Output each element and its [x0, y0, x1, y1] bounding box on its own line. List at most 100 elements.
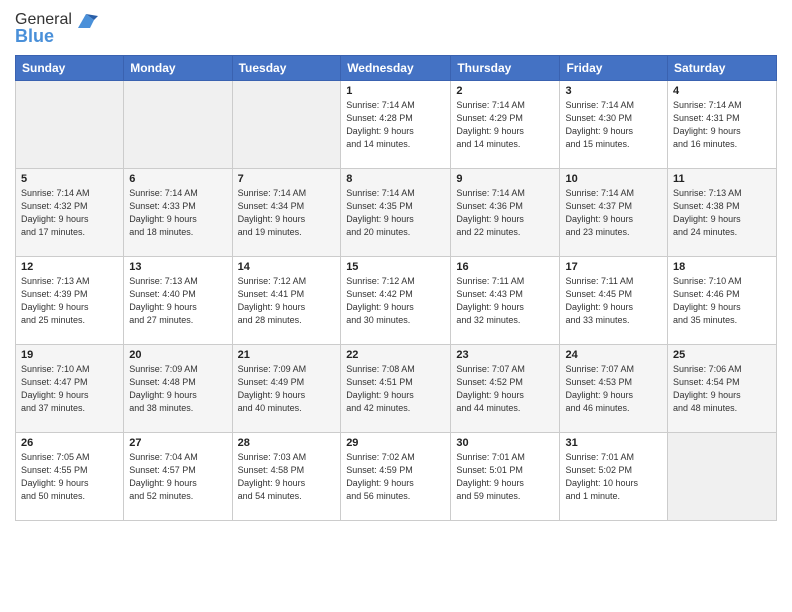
day-number: 13 [129, 261, 226, 273]
day-number: 3 [565, 85, 662, 97]
day-info: Sunrise: 7:01 AMSunset: 5:01 PMDaylight:… [456, 451, 554, 503]
day-info: Sunrise: 7:14 AMSunset: 4:31 PMDaylight:… [673, 99, 771, 151]
day-number: 16 [456, 261, 554, 273]
day-info: Sunrise: 7:12 AMSunset: 4:42 PMDaylight:… [346, 275, 445, 327]
day-info: Sunrise: 7:03 AMSunset: 4:58 PMDaylight:… [238, 451, 336, 503]
day-info: Sunrise: 7:13 AMSunset: 4:40 PMDaylight:… [129, 275, 226, 327]
calendar-cell: 25 Sunrise: 7:06 AMSunset: 4:54 PMDayligh… [668, 345, 777, 433]
day-info: Sunrise: 7:09 AMSunset: 4:48 PMDaylight:… [129, 363, 226, 415]
day-number: 15 [346, 261, 445, 273]
calendar-cell [16, 81, 124, 169]
day-info: Sunrise: 7:07 AMSunset: 4:52 PMDaylight:… [456, 363, 554, 415]
day-number: 11 [673, 173, 771, 185]
calendar-cell: 15 Sunrise: 7:12 AMSunset: 4:42 PMDayligh… [341, 257, 451, 345]
logo-icon [74, 10, 98, 30]
day-info: Sunrise: 7:10 AMSunset: 4:47 PMDaylight:… [21, 363, 118, 415]
calendar-cell: 28 Sunrise: 7:03 AMSunset: 4:58 PMDayligh… [232, 433, 341, 521]
day-info: Sunrise: 7:14 AMSunset: 4:28 PMDaylight:… [346, 99, 445, 151]
day-info: Sunrise: 7:14 AMSunset: 4:36 PMDaylight:… [456, 187, 554, 239]
day-number: 17 [565, 261, 662, 273]
calendar-cell: 17 Sunrise: 7:11 AMSunset: 4:45 PMDayligh… [560, 257, 668, 345]
weekday-header-sunday: Sunday [16, 56, 124, 81]
calendar-cell: 16 Sunrise: 7:11 AMSunset: 4:43 PMDayligh… [451, 257, 560, 345]
calendar-cell: 11 Sunrise: 7:13 AMSunset: 4:38 PMDayligh… [668, 169, 777, 257]
calendar-cell: 6 Sunrise: 7:14 AMSunset: 4:33 PMDaylight… [124, 169, 232, 257]
day-info: Sunrise: 7:07 AMSunset: 4:53 PMDaylight:… [565, 363, 662, 415]
day-number: 26 [21, 437, 118, 449]
day-info: Sunrise: 7:10 AMSunset: 4:46 PMDaylight:… [673, 275, 771, 327]
day-info: Sunrise: 7:14 AMSunset: 4:30 PMDaylight:… [565, 99, 662, 151]
calendar-cell: 21 Sunrise: 7:09 AMSunset: 4:49 PMDayligh… [232, 345, 341, 433]
day-number: 5 [21, 173, 118, 185]
day-number: 12 [21, 261, 118, 273]
day-info: Sunrise: 7:14 AMSunset: 4:33 PMDaylight:… [129, 187, 226, 239]
day-number: 6 [129, 173, 226, 185]
calendar-cell: 29 Sunrise: 7:02 AMSunset: 4:59 PMDayligh… [341, 433, 451, 521]
day-number: 8 [346, 173, 445, 185]
day-number: 31 [565, 437, 662, 449]
day-info: Sunrise: 7:11 AMSunset: 4:45 PMDaylight:… [565, 275, 662, 327]
calendar-cell: 27Sunrise: 7:04 AMSunset: 4:57 PMDayligh… [124, 433, 232, 521]
day-number: 1 [346, 85, 445, 97]
day-number: 30 [456, 437, 554, 449]
day-number: 4 [673, 85, 771, 97]
day-number: 28 [238, 437, 336, 449]
day-info: Sunrise: 7:09 AMSunset: 4:49 PMDaylight:… [238, 363, 336, 415]
day-number: 18 [673, 261, 771, 273]
day-info: Sunrise: 7:06 AMSunset: 4:54 PMDaylight:… [673, 363, 771, 415]
calendar-cell: 12 Sunrise: 7:13 AMSunset: 4:39 PMDayligh… [16, 257, 124, 345]
calendar-cell: 22Sunrise: 7:08 AMSunset: 4:51 PMDayligh… [341, 345, 451, 433]
week-row-3: 19Sunrise: 7:10 AMSunset: 4:47 PMDayligh… [16, 345, 777, 433]
day-info: Sunrise: 7:05 AMSunset: 4:55 PMDaylight:… [21, 451, 118, 503]
day-number: 24 [565, 349, 662, 361]
day-number: 21 [238, 349, 336, 361]
weekday-header-wednesday: Wednesday [341, 56, 451, 81]
calendar-cell: 5 Sunrise: 7:14 AMSunset: 4:32 PMDaylight… [16, 169, 124, 257]
day-info: Sunrise: 7:13 AMSunset: 4:38 PMDaylight:… [673, 187, 771, 239]
calendar-cell: 31Sunrise: 7:01 AMSunset: 5:02 PMDayligh… [560, 433, 668, 521]
day-number: 27 [129, 437, 226, 449]
calendar-cell: 14 Sunrise: 7:12 AMSunset: 4:41 PMDayligh… [232, 257, 341, 345]
day-number: 29 [346, 437, 445, 449]
day-info: Sunrise: 7:08 AMSunset: 4:51 PMDaylight:… [346, 363, 445, 415]
day-info: Sunrise: 7:14 AMSunset: 4:34 PMDaylight:… [238, 187, 336, 239]
week-row-2: 12 Sunrise: 7:13 AMSunset: 4:39 PMDayligh… [16, 257, 777, 345]
header: General Blue [15, 10, 777, 47]
day-number: 7 [238, 173, 336, 185]
weekday-header-friday: Friday [560, 56, 668, 81]
weekday-header-thursday: Thursday [451, 56, 560, 81]
weekday-header-row: SundayMondayTuesdayWednesdayThursdayFrid… [16, 56, 777, 81]
day-number: 14 [238, 261, 336, 273]
day-info: Sunrise: 7:14 AMSunset: 4:37 PMDaylight:… [565, 187, 662, 239]
day-number: 25 [673, 349, 771, 361]
calendar-cell: 8 Sunrise: 7:14 AMSunset: 4:35 PMDaylight… [341, 169, 451, 257]
calendar-cell: 24 Sunrise: 7:07 AMSunset: 4:53 PMDayligh… [560, 345, 668, 433]
day-number: 23 [456, 349, 554, 361]
calendar-cell: 4 Sunrise: 7:14 AMSunset: 4:31 PMDaylight… [668, 81, 777, 169]
calendar-cell: 20 Sunrise: 7:09 AMSunset: 4:48 PMDayligh… [124, 345, 232, 433]
day-info: Sunrise: 7:14 AMSunset: 4:35 PMDaylight:… [346, 187, 445, 239]
weekday-header-tuesday: Tuesday [232, 56, 341, 81]
week-row-4: 26 Sunrise: 7:05 AMSunset: 4:55 PMDayligh… [16, 433, 777, 521]
day-number: 20 [129, 349, 226, 361]
calendar-cell: 2Sunrise: 7:14 AMSunset: 4:29 PMDaylight… [451, 81, 560, 169]
day-number: 9 [456, 173, 554, 185]
calendar-cell: 3 Sunrise: 7:14 AMSunset: 4:30 PMDaylight… [560, 81, 668, 169]
day-info: Sunrise: 7:14 AMSunset: 4:32 PMDaylight:… [21, 187, 118, 239]
day-info: Sunrise: 7:12 AMSunset: 4:41 PMDaylight:… [238, 275, 336, 327]
calendar-cell: 23 Sunrise: 7:07 AMSunset: 4:52 PMDayligh… [451, 345, 560, 433]
page: General Blue SundayMondayTuesdayWednesda… [0, 0, 792, 612]
calendar-cell: 9 Sunrise: 7:14 AMSunset: 4:36 PMDaylight… [451, 169, 560, 257]
calendar-cell: 18 Sunrise: 7:10 AMSunset: 4:46 PMDayligh… [668, 257, 777, 345]
week-row-0: 1 Sunrise: 7:14 AMSunset: 4:28 PMDaylight… [16, 81, 777, 169]
logo: General Blue [15, 10, 98, 47]
day-info: Sunrise: 7:11 AMSunset: 4:43 PMDaylight:… [456, 275, 554, 327]
calendar-cell [124, 81, 232, 169]
calendar-cell [668, 433, 777, 521]
calendar-cell: 10Sunrise: 7:14 AMSunset: 4:37 PMDayligh… [560, 169, 668, 257]
day-info: Sunrise: 7:13 AMSunset: 4:39 PMDaylight:… [21, 275, 118, 327]
calendar-cell: 7 Sunrise: 7:14 AMSunset: 4:34 PMDaylight… [232, 169, 341, 257]
day-info: Sunrise: 7:02 AMSunset: 4:59 PMDaylight:… [346, 451, 445, 503]
calendar-table: SundayMondayTuesdayWednesdayThursdayFrid… [15, 55, 777, 521]
calendar-cell: 1 Sunrise: 7:14 AMSunset: 4:28 PMDaylight… [341, 81, 451, 169]
